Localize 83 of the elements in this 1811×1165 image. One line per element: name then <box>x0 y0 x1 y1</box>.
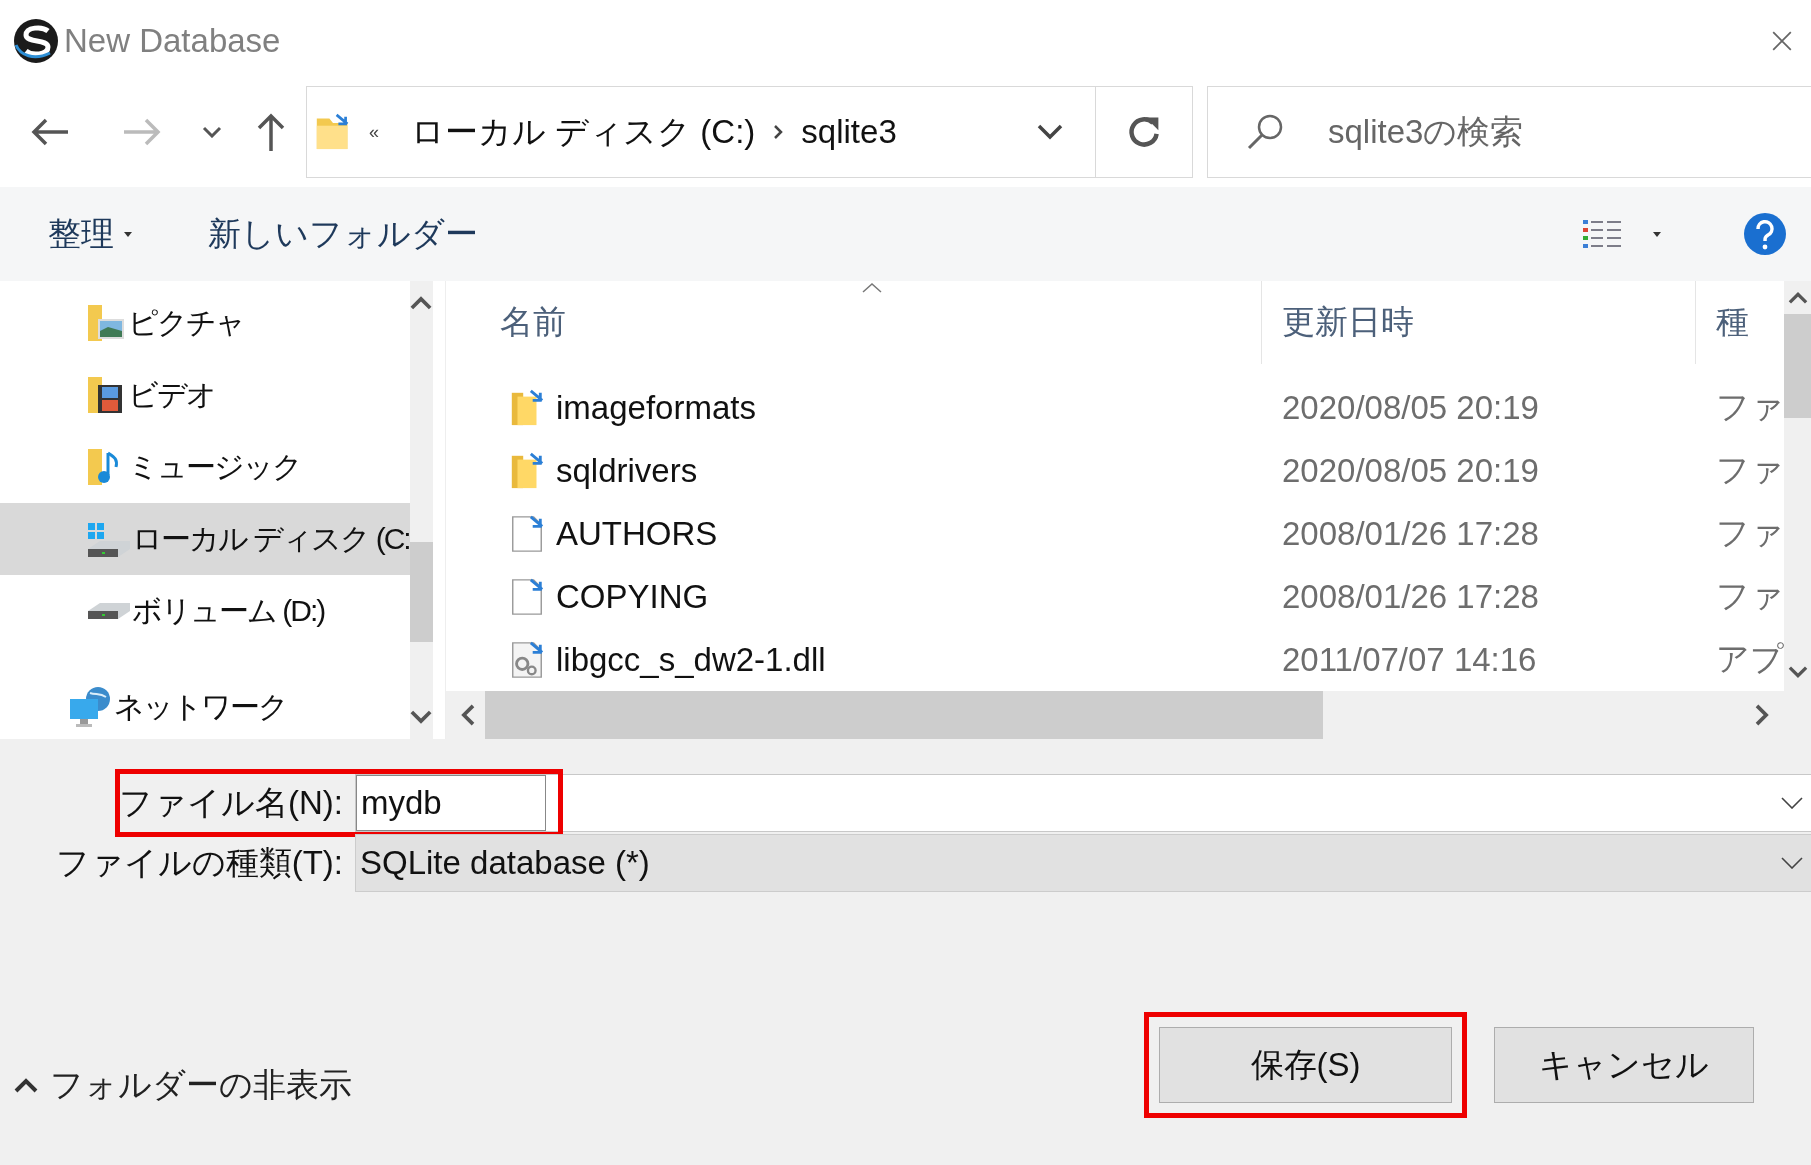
dropdown-chevron-icon[interactable] <box>1781 797 1803 809</box>
chevron-up-icon <box>14 1077 38 1093</box>
search-field[interactable]: sqlite3の検索 <box>1207 86 1811 178</box>
drive-icon <box>86 602 130 620</box>
view-list-icon[interactable] <box>1583 219 1623 249</box>
scrollbar[interactable] <box>1784 281 1811 739</box>
file-type: ファ <box>1715 387 1784 428</box>
sidebar-item[interactable]: ローカル ディスク (C: <box>0 503 410 575</box>
sort-ascending-icon <box>862 283 882 293</box>
file-type: ファ <box>1715 450 1784 491</box>
hide-folders-toggle[interactable]: フォルダーの非表示 <box>14 1062 352 1108</box>
dropdown-arrow-icon <box>124 231 132 237</box>
sidebar-label: ローカル ディスク (C: <box>132 520 410 557</box>
breadcrumb-separator-icon[interactable] <box>773 124 784 140</box>
file-type: アプ <box>1715 639 1784 680</box>
column-header[interactable]: 更新日時 <box>1262 281 1696 365</box>
file-name[interactable]: sqldrivers <box>556 451 698 490</box>
file-type: ファ <box>1715 513 1784 554</box>
file-type: ファ <box>1715 576 1784 617</box>
breadcrumb[interactable]: ローカル ディスク (C:) <box>411 109 756 155</box>
file-name[interactable]: AUTHORS <box>556 514 718 553</box>
scrollbar-thumb[interactable] <box>1784 314 1811 418</box>
close-icon[interactable] <box>1771 30 1793 52</box>
sidebar-item[interactable]: ピクチャ <box>0 287 410 359</box>
folder-icon <box>315 113 351 151</box>
window-title: New Database <box>64 22 281 60</box>
dialog-button[interactable]: キャンセル <box>1494 1027 1754 1103</box>
up-arrow-icon[interactable] <box>256 112 286 152</box>
refresh-button[interactable] <box>1096 86 1193 178</box>
scrollbar[interactable] <box>409 281 433 739</box>
overflow-chevron[interactable]: « <box>369 121 379 143</box>
sidebar-label: ネットワーク <box>114 688 287 725</box>
modified-date: 2011/07/07 14:16 <box>1281 640 1538 679</box>
refresh-icon <box>1126 114 1162 150</box>
sidebar-label: ピクチャ <box>128 304 244 341</box>
file-name[interactable]: imageformats <box>556 388 756 427</box>
sidebar-label: ボリューム (D:) <box>132 592 325 629</box>
network-icon <box>68 685 112 729</box>
scrollbar-thumb[interactable] <box>409 542 433 642</box>
scroll-down-icon[interactable] <box>410 710 433 725</box>
scroll-up-icon[interactable] <box>410 295 433 310</box>
modified-date: 2020/08/05 20:19 <box>1281 388 1540 427</box>
chevron-down-icon[interactable] <box>202 126 222 138</box>
back-arrow-icon[interactable] <box>30 117 70 147</box>
file-name-field[interactable]: mydb <box>355 774 1811 832</box>
sidebar-item[interactable]: ビデオ <box>0 359 410 431</box>
scroll-left-icon[interactable] <box>460 704 475 727</box>
modified-date: 2008/01/26 17:28 <box>1281 514 1540 553</box>
pictures-folder-icon <box>86 303 126 343</box>
file-name-label: ファイル名(N): <box>118 782 344 823</box>
new-folder-button[interactable]: 新しいフォルダー <box>208 211 478 257</box>
app-logo-icon <box>12 17 60 65</box>
sidebar-item[interactable]: ネットワーク <box>0 671 410 743</box>
file-name[interactable]: COPYING <box>556 577 709 616</box>
scroll-up-icon[interactable] <box>1787 291 1808 304</box>
sidebar-item[interactable]: ミュージック <box>0 431 410 503</box>
address-bar[interactable]: « ローカル ディスク (C:) sqlite3 <box>306 86 1096 178</box>
file-type-value: SQLite database (*) <box>359 844 650 882</box>
file-name-value: mydb <box>356 775 546 831</box>
sidebar-label: ビデオ <box>128 376 215 413</box>
sidebar-label: ミュージック <box>128 448 301 485</box>
scrollbar-thumb[interactable] <box>485 691 1323 739</box>
search-icon <box>1245 112 1285 152</box>
horizontal-scrollbar[interactable] <box>446 691 1784 739</box>
sidebar-item[interactable]: ボリューム (D:) <box>0 575 410 647</box>
dropdown-chevron-icon[interactable] <box>1037 124 1063 140</box>
organize-menu[interactable]: 整理 <box>48 211 132 257</box>
column-header[interactable]: 種 <box>1696 281 1784 365</box>
file-name[interactable]: libgcc_s_dw2-1.dll <box>556 640 826 679</box>
help-icon[interactable] <box>1743 212 1787 256</box>
dialog-button[interactable]: 保存(S) <box>1159 1027 1452 1103</box>
modified-date: 2020/08/05 20:19 <box>1281 451 1540 490</box>
scroll-down-icon[interactable] <box>1787 666 1808 679</box>
dropdown-chevron-icon[interactable] <box>1781 857 1803 869</box>
file-type-dropdown[interactable]: SQLite database (*) <box>355 834 1811 892</box>
file-type-label: ファイルの種類(T): <box>54 842 344 883</box>
scroll-right-icon[interactable] <box>1755 704 1770 727</box>
column-header[interactable]: 名前 <box>446 281 1262 365</box>
breadcrumb[interactable]: sqlite3 <box>801 113 897 151</box>
view-dropdown-icon[interactable] <box>1653 231 1661 237</box>
modified-date: 2008/01/26 17:28 <box>1281 577 1540 616</box>
column-header-label: 名前 <box>500 302 566 343</box>
hide-folders-label: フォルダーの非表示 <box>50 1064 352 1105</box>
